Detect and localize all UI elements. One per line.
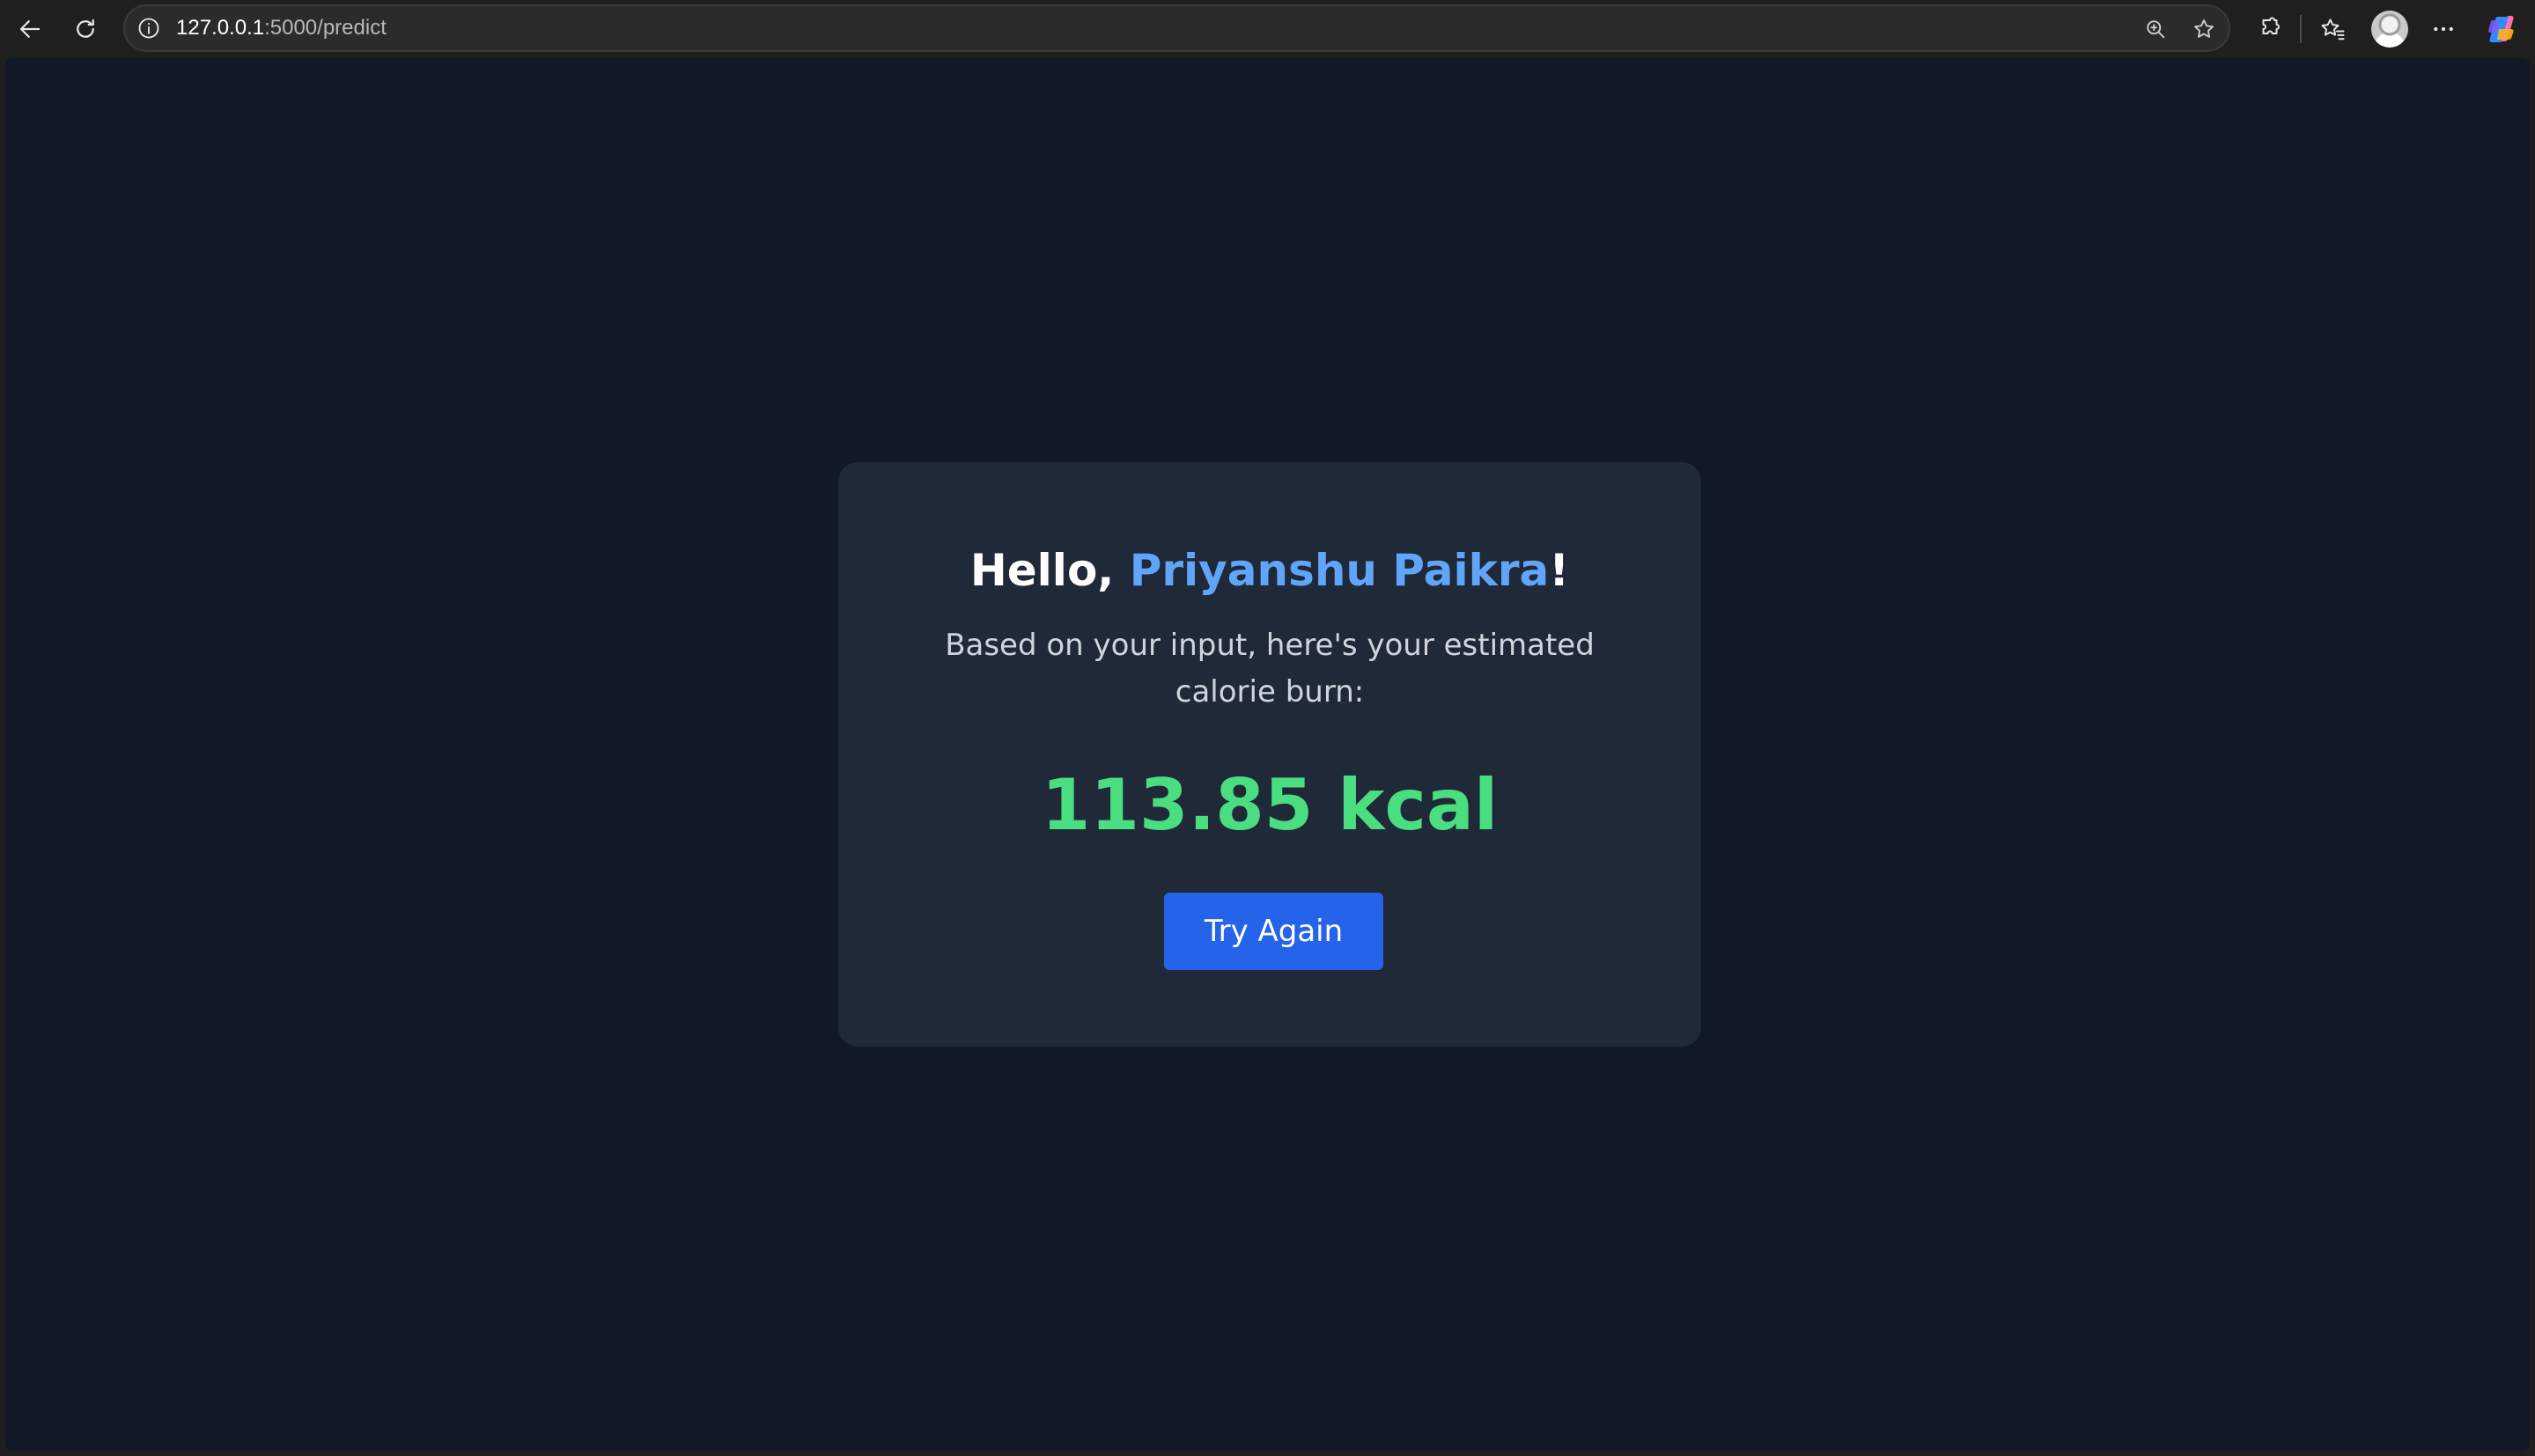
extensions-icon[interactable]: [2251, 10, 2289, 48]
more-icon[interactable]: [2424, 10, 2463, 48]
toolbar-divider: [2300, 15, 2302, 43]
info-icon[interactable]: [136, 15, 162, 41]
zoom-icon[interactable]: [2141, 14, 2170, 44]
back-arrow-icon: [19, 20, 41, 38]
refresh-icon: [77, 18, 94, 38]
page-viewport: Hello, Priyanshu Paikra! Based on your i…: [5, 58, 2530, 1451]
browser-toolbar: 127.0.0.1:5000/predict: [0, 0, 2535, 58]
star-icon[interactable]: [2189, 14, 2219, 44]
result-card: Hello, Priyanshu Paikra! Based on your i…: [838, 462, 1701, 1047]
user-name: Priyanshu Paikra: [1129, 545, 1550, 596]
avatar[interactable]: [2371, 11, 2408, 48]
greeting-heading: Hello, Priyanshu Paikra!: [838, 540, 1701, 601]
result-description: Based on your input, here's your estimat…: [945, 628, 1595, 710]
copilot-icon[interactable]: [2485, 11, 2520, 47]
greeting-prefix: Hello,: [969, 545, 1130, 596]
favorites-icon[interactable]: [2313, 10, 2352, 48]
calorie-result: 113.85 kcal: [1041, 764, 1499, 846]
url-text[interactable]: 127.0.0.1:5000/predict: [176, 6, 387, 50]
refresh-button[interactable]: [64, 8, 107, 50]
url-host: 127.0.0.1: [176, 16, 265, 40]
url-path: :5000/predict: [264, 16, 387, 40]
address-bar[interactable]: 127.0.0.1:5000/predict: [123, 4, 2230, 52]
back-button[interactable]: [9, 8, 51, 50]
greeting-suffix: !: [1549, 545, 1570, 596]
try-again-button[interactable]: Try Again: [1164, 893, 1383, 970]
